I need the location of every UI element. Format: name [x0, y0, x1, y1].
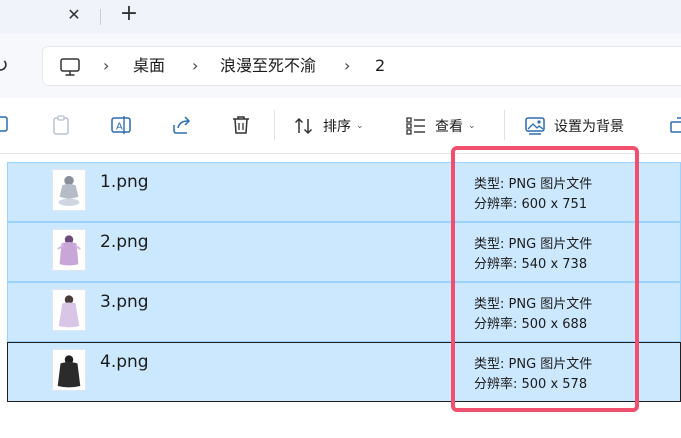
- address-bar[interactable]: › 桌面 › 浪漫至死不渝 › 2: [42, 46, 681, 86]
- list-item[interactable]: 2.png 类型: PNG 图片文件 分辨率: 540 x 738: [7, 222, 681, 282]
- view-button[interactable]: 查看 ⌄: [405, 114, 476, 138]
- file-details: 类型: PNG 图片文件 分辨率: 500 x 578: [474, 355, 592, 395]
- set-as-background-button[interactable]: 设置为背景: [524, 114, 624, 138]
- delete-icon[interactable]: [230, 114, 252, 136]
- breadcrumb-separator-icon[interactable]: ›: [103, 55, 109, 77]
- list-item[interactable]: 3.png 类型: PNG 图片文件 分辨率: 500 x 688: [7, 282, 681, 342]
- address-row: ↻ › 桌面 › 浪漫至死不渝 › 2: [0, 34, 681, 98]
- set-background-icon: [525, 117, 545, 135]
- toolbar-divider: [504, 110, 505, 140]
- file-type: 类型: PNG 图片文件: [474, 357, 593, 372]
- breadcrumb-separator-icon[interactable]: ›: [192, 55, 198, 77]
- file-name[interactable]: 1.png: [100, 172, 149, 192]
- file-type: 类型: PNG 图片文件: [474, 177, 593, 192]
- breadcrumb-subfolder[interactable]: 2: [375, 55, 385, 77]
- rename-icon[interactable]: A: [110, 114, 132, 136]
- tab-divider: [100, 9, 101, 25]
- chevron-down-icon: ⌄: [356, 121, 364, 131]
- file-name[interactable]: 4.png: [100, 352, 149, 372]
- file-resolution: 分辨率: 540 x 738: [474, 257, 588, 272]
- file-details: 类型: PNG 图片文件 分辨率: 540 x 738: [474, 235, 592, 275]
- file-name[interactable]: 2.png: [100, 232, 149, 252]
- file-resolution: 分辨率: 500 x 578: [474, 377, 588, 392]
- rotate-icon[interactable]: [668, 114, 681, 136]
- toolbar-divider: [274, 110, 275, 140]
- tab-strip: ✕ +: [0, 0, 681, 34]
- refresh-icon[interactable]: ↻: [0, 54, 14, 76]
- image-thumbnail-icon[interactable]: [52, 229, 86, 271]
- svg-text:A: A: [116, 122, 123, 133]
- file-type: 类型: PNG 图片文件: [474, 237, 593, 252]
- new-tab-icon[interactable]: +: [117, 2, 141, 28]
- computer-icon[interactable]: [59, 56, 81, 78]
- copy-icon[interactable]: [0, 114, 12, 136]
- view-list-icon: [406, 117, 425, 135]
- set-background-label: 设置为背景: [554, 119, 624, 135]
- paste-icon[interactable]: [50, 114, 72, 136]
- breadcrumb-folder[interactable]: 浪漫至死不渝: [220, 55, 316, 77]
- image-thumbnail-icon[interactable]: [52, 349, 86, 391]
- close-tab-icon[interactable]: ✕: [62, 3, 86, 27]
- file-explorer-window: ✕ + ↻ › 桌面 › 浪漫至死不渝 › 2 A 排序 ⌄ 查看 ⌄ 设置为背…: [0, 0, 681, 438]
- sort-icon: [294, 117, 313, 135]
- file-details: 类型: PNG 图片文件 分辨率: 500 x 688: [474, 295, 592, 335]
- breadcrumb-separator-icon[interactable]: ›: [344, 55, 350, 77]
- view-label: 查看: [435, 119, 463, 135]
- image-thumbnail-icon[interactable]: [52, 289, 86, 331]
- file-name[interactable]: 3.png: [100, 292, 149, 312]
- file-type: 类型: PNG 图片文件: [474, 297, 593, 312]
- chevron-down-icon: ⌄: [468, 121, 476, 131]
- list-item[interactable]: 4.png 类型: PNG 图片文件 分辨率: 500 x 578: [7, 342, 681, 402]
- file-resolution: 分辨率: 600 x 751: [474, 197, 588, 212]
- list-item[interactable]: 1.png 类型: PNG 图片文件 分辨率: 600 x 751: [7, 162, 681, 222]
- file-resolution: 分辨率: 500 x 688: [474, 317, 588, 332]
- file-details: 类型: PNG 图片文件 分辨率: 600 x 751: [474, 175, 592, 215]
- sort-label: 排序: [323, 119, 351, 135]
- image-thumbnail-icon[interactable]: [52, 169, 86, 211]
- command-bar: A 排序 ⌄ 查看 ⌄ 设置为背景: [0, 98, 681, 154]
- sort-button[interactable]: 排序 ⌄: [293, 114, 364, 138]
- share-icon[interactable]: [171, 114, 193, 136]
- breadcrumb-desktop[interactable]: 桌面: [133, 55, 165, 77]
